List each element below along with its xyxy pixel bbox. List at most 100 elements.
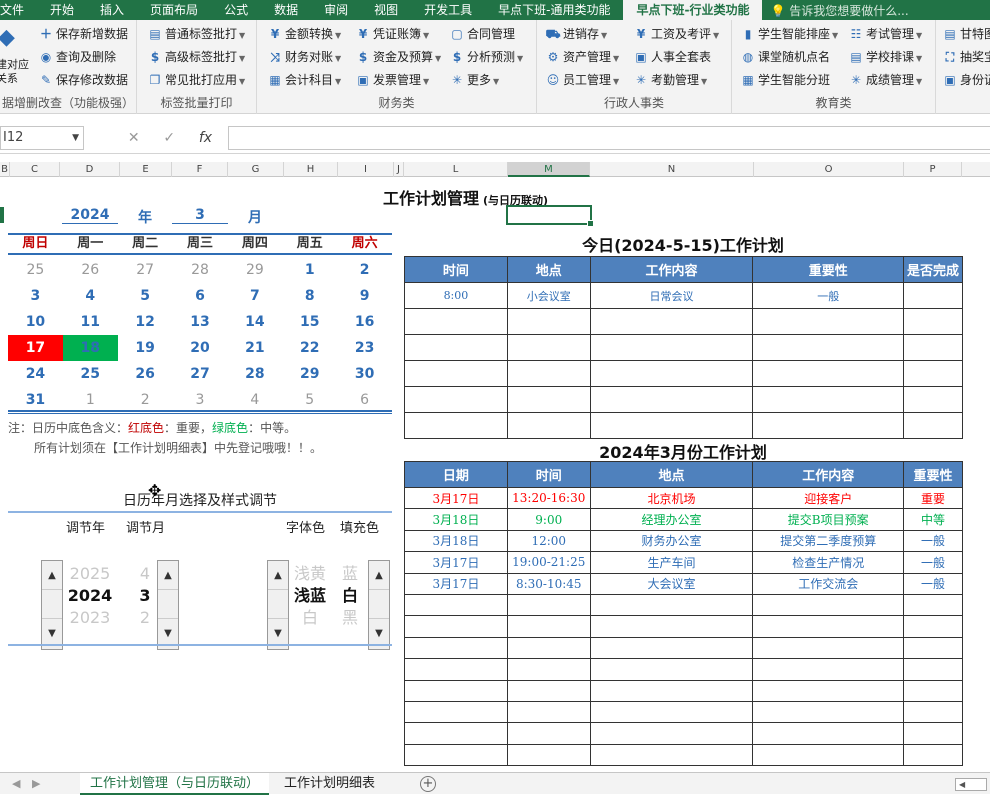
column-header-b[interactable]: B: [0, 162, 10, 177]
table-cell[interactable]: [752, 722, 905, 745]
font-spinner-left[interactable]: ▲ ▼: [267, 560, 289, 650]
vouchers-button[interactable]: ¥ 凭证账簿 ▼: [355, 24, 429, 44]
table-cell[interactable]: [589, 743, 754, 767]
calendar-day[interactable]: 23: [337, 335, 392, 361]
column-header-f[interactable]: F: [172, 162, 228, 177]
calendar-day[interactable]: 13: [173, 309, 228, 335]
table-cell[interactable]: [404, 593, 508, 617]
diamond-icon[interactable]: ◆: [0, 27, 15, 56]
table-cell[interactable]: [506, 334, 591, 361]
table-cell[interactable]: 19:00-21:25: [506, 551, 591, 574]
table-cell[interactable]: [506, 636, 591, 660]
calendar-day[interactable]: 25: [8, 257, 63, 283]
calendar-day[interactable]: 15: [282, 309, 337, 335]
table-cell[interactable]: [506, 679, 591, 702]
calendar-day[interactable]: 29: [227, 257, 282, 283]
table-cell[interactable]: 一般: [903, 551, 963, 574]
invoice-button[interactable]: ▣ 发票管理 ▼: [355, 70, 429, 90]
menu-tab[interactable]: 插入: [87, 0, 137, 20]
calendar-day[interactable]: 22: [282, 335, 337, 361]
table-cell[interactable]: [589, 700, 754, 724]
table-cell[interactable]: [752, 386, 905, 413]
scroll-left-icon[interactable]: ◀: [12, 773, 20, 795]
chevron-down-icon[interactable]: ▼: [72, 127, 79, 149]
table-cell[interactable]: [404, 308, 508, 335]
column-header-m[interactable]: M: [508, 162, 590, 177]
calendar-day[interactable]: 3: [8, 283, 63, 309]
table-cell[interactable]: [752, 658, 905, 681]
table-cell[interactable]: 3月17日: [404, 551, 508, 574]
confirm-icon[interactable]: ✓: [163, 130, 175, 146]
table-cell[interactable]: [404, 360, 508, 387]
calendar-day[interactable]: 8: [282, 283, 337, 309]
calendar-day[interactable]: 28: [173, 257, 228, 283]
up-arrow-icon[interactable]: ▲: [42, 561, 62, 590]
table-cell[interactable]: [506, 386, 591, 413]
fx-icon[interactable]: fx: [199, 130, 212, 146]
add-sheet-icon[interactable]: +: [420, 776, 436, 792]
forecast-button[interactable]: $ 分析预测 ▼: [449, 47, 523, 67]
table-cell[interactable]: [589, 334, 754, 361]
table-cell[interactable]: [752, 412, 905, 439]
menu-tab[interactable]: 公式: [211, 0, 261, 20]
table-cell[interactable]: [506, 658, 591, 681]
table-cell[interactable]: [752, 334, 905, 361]
table-cell[interactable]: 提交第二季度预算: [752, 529, 905, 553]
save-edit-button[interactable]: ✎ 保存修改数据: [38, 70, 128, 90]
table-cell[interactable]: [589, 593, 754, 617]
table-cell[interactable]: [589, 722, 754, 745]
calendar-day[interactable]: 16: [337, 309, 392, 335]
table-cell[interactable]: [404, 615, 508, 638]
table-cell[interactable]: [404, 743, 508, 767]
table-cell[interactable]: 生产车间: [589, 551, 754, 574]
class-split-button[interactable]: ▦ 学生智能分班: [740, 70, 830, 90]
calendar-day[interactable]: 21: [227, 335, 282, 361]
table-cell[interactable]: [506, 593, 591, 617]
save-new-button[interactable]: ＋ 保存新增数据: [38, 24, 128, 44]
column-header-p[interactable]: P: [904, 162, 962, 177]
scroll-right-icon[interactable]: ▶: [32, 773, 40, 795]
calendar-day[interactable]: 7: [227, 283, 282, 309]
table-cell[interactable]: [506, 743, 591, 767]
column-header-i[interactable]: I: [338, 162, 394, 177]
seating-button[interactable]: ▮ 学生智能排座 ▼: [740, 24, 838, 44]
table-cell[interactable]: [903, 593, 963, 617]
column-header-c[interactable]: C: [10, 162, 60, 177]
calendar-day[interactable]: 25: [63, 361, 118, 387]
table-cell[interactable]: [903, 722, 963, 745]
fill-spinner-right[interactable]: ▲ ▼: [368, 560, 390, 650]
name-box[interactable]: I12 ▼: [0, 126, 84, 150]
year-spinner[interactable]: 2025 2024 2023: [66, 563, 114, 629]
lottery-button[interactable]: ⛶ 抽奖宝: [942, 47, 990, 67]
normal-label-print-button[interactable]: ▤ 普通标签批打 ▼: [147, 24, 245, 44]
reconcile-button[interactable]: ⤨ 财务对账 ▼: [267, 47, 341, 67]
calendar-day[interactable]: 12: [118, 309, 173, 335]
accounts-button[interactable]: ▦ 会计科目 ▼: [267, 70, 341, 90]
table-cell[interactable]: 大会议室: [589, 572, 754, 595]
table-cell[interactable]: 小会议室: [506, 282, 591, 309]
sheet-tab-calendar[interactable]: 工作计划管理（与日历联动）: [80, 773, 270, 795]
calendar-day[interactable]: 1: [282, 257, 337, 283]
query-delete-button[interactable]: ◉ 查询及删除: [38, 47, 116, 67]
table-cell[interactable]: [506, 360, 591, 387]
menu-tab[interactable]: 早点下班-通用类功能: [485, 0, 623, 20]
up-arrow-icon[interactable]: ▲: [158, 561, 178, 590]
amount-convert-button[interactable]: ¥ 金额转换 ▼: [267, 24, 341, 44]
horizontal-scrollbar[interactable]: ◀: [955, 778, 987, 791]
up-arrow-icon[interactable]: ▲: [268, 561, 288, 590]
table-cell[interactable]: [404, 700, 508, 724]
table-cell[interactable]: 日常会议: [589, 282, 754, 309]
sheet-tab-details[interactable]: 工作计划明细表: [274, 773, 385, 795]
inventory-button[interactable]: ⛟ 进销存 ▼: [545, 24, 607, 44]
month-spinner[interactable]: 4 3 2: [130, 563, 160, 629]
table-cell[interactable]: 13:20-16:30: [506, 486, 591, 510]
table-cell[interactable]: [752, 679, 905, 702]
table-cell[interactable]: 北京机场: [589, 486, 754, 510]
column-header-n[interactable]: N: [590, 162, 754, 177]
calendar-day[interactable]: 14: [227, 309, 282, 335]
table-cell[interactable]: [404, 386, 508, 413]
table-cell[interactable]: [903, 334, 963, 361]
table-cell[interactable]: 一般: [903, 572, 963, 595]
gantt-button[interactable]: ▤ 甘特图: [942, 24, 990, 44]
column-header-h[interactable]: H: [284, 162, 338, 177]
